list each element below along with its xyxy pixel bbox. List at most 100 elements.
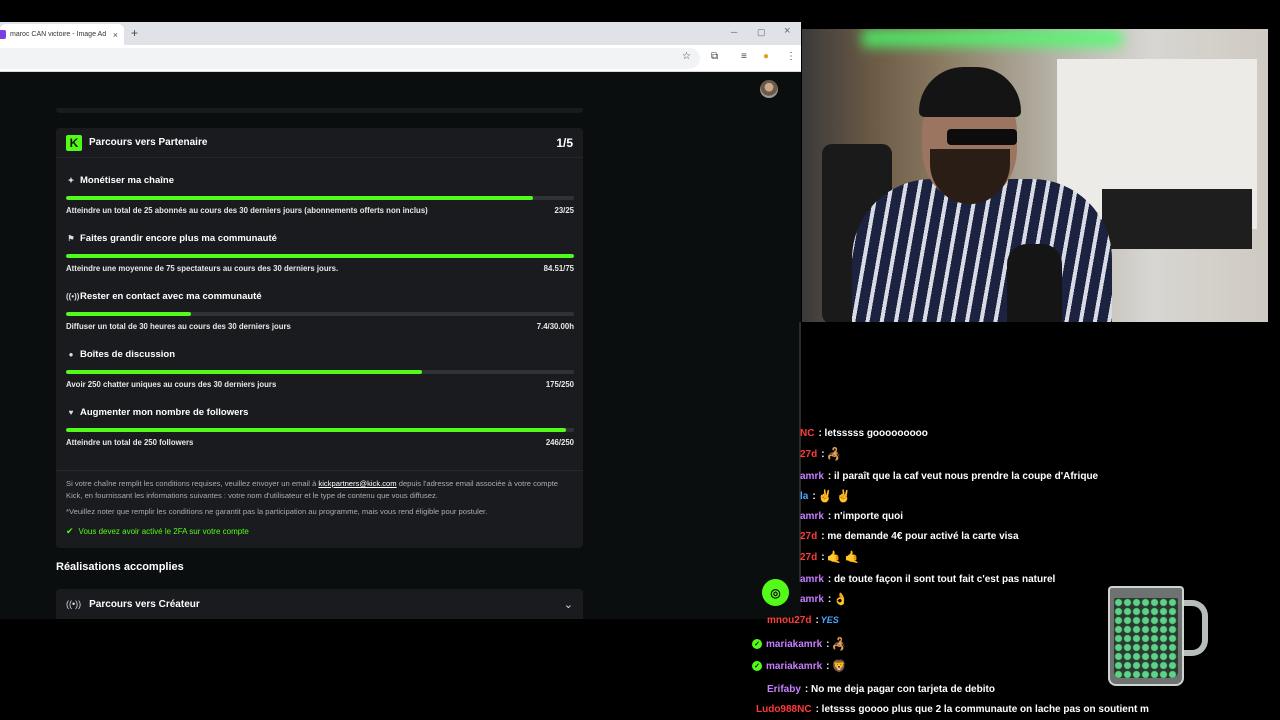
goal-item: ♥ Augmenter mon nombre de followers Attein… [66,406,574,447]
chat-message: amrk: 👌 [800,590,848,608]
progress-fill [66,254,574,258]
chat-text: : me demande 4€ pour activé la carte vis… [821,530,1019,542]
chat-message: la: ✌ ✌ [800,487,851,505]
chat-text: : [826,660,830,672]
check-icon: ✔ [66,526,74,536]
chat-text: : [827,593,832,605]
chat-emote: 🦂 [831,637,847,651]
chat-username[interactable]: amrk [800,574,824,585]
chat-username[interactable]: mariakamrk [766,639,822,650]
chat-message: ✓ mariakamrk: 🦁 [752,657,846,675]
media-icon[interactable]: ≡ [741,51,747,62]
goal-description-row: Atteindre un total de 25 abonnés au cour… [66,206,574,215]
twofa-text: Vous devez avoir activé le 2FA sur votre… [78,527,249,536]
headphones-cap [919,67,1021,117]
close-window-button[interactable]: × [784,25,790,37]
broadcast-icon: ((•)) [66,599,82,609]
chat-username[interactable]: 27d [800,449,817,460]
chat-message: amrk: il paraît que la caf veut nous pre… [800,467,1098,485]
chat-username[interactable]: amrk [800,511,824,522]
maximize-button[interactable]: ▢ [757,27,766,38]
chat-message: amrk: n'importe quoi [800,507,903,525]
progress-fill [66,312,192,316]
browser-tab[interactable]: maroc CAN victoire - Image Ad × [0,24,124,45]
creator-path-accordion[interactable]: ((•)) Parcours vers Créateur ⌄ [56,589,583,619]
kick-dashboard-page: K Parcours vers Partenaire 1/5 ✦ Monétise… [0,72,801,619]
community-icon: ⚑ [67,233,75,243]
chat-message: 27d: 🦂 [800,445,842,463]
chat-text: : letssss goooo plus que 2 la communaute… [815,703,1149,715]
chat-username[interactable]: la [800,491,808,502]
briefcase [1102,189,1252,249]
twofa-requirement: ✔ Vous devez avoir activé le 2FA sur vot… [66,526,249,537]
chat-bubble-icon: ● [68,349,74,359]
menu-icon[interactable]: ⋮ [786,51,796,62]
goal-progress-text: 84.51/75 [543,264,574,273]
chat-username[interactable]: 27d [800,531,817,542]
extensions-icon[interactable]: ⧉ [711,51,718,62]
tab-title: maroc CAN victoire - Image Ad [10,31,107,38]
goal-heading: ⚑ Faites grandir encore plus ma communaut… [66,232,574,244]
new-tab-button[interactable]: + [131,26,138,40]
chat-username[interactable]: Erifaby [767,684,801,695]
goal-heading: ♥ Augmenter mon nombre de followers [66,406,574,418]
email-link[interactable]: kickpartners@kick.com [318,479,396,488]
disclaimer: *Veuillez noter que remplir les conditio… [66,507,488,516]
verified-badge-icon: ✓ [752,639,762,649]
card-header: K Parcours vers Partenaire 1/5 [56,128,583,158]
goal-description-row: Atteindre une moyenne de 75 spectateurs … [66,264,574,273]
goal-title: Augmenter mon nombre de followers [80,406,249,418]
progress-bar [66,196,574,200]
partner-path-card: K Parcours vers Partenaire 1/5 ✦ Monétise… [56,128,583,548]
chat-message: ✓ mariakamrk: 🦂 [752,635,846,653]
goal-title: Monétiser ma chaîne [80,174,174,186]
tab-favicon-icon [0,30,6,39]
goal-item: ⚑ Faites grandir encore plus ma communaut… [66,232,574,273]
chat-text: : No me deja pagar con tarjeta de debito [804,683,995,695]
minimize-button[interactable]: ─ [731,27,737,37]
divider [56,470,583,471]
chat-message: Ludo988NC: letssss goooo plus que 2 la c… [756,700,1149,718]
note-text: Si votre chaîne remplit les conditions r… [66,479,319,488]
tab-close-icon[interactable]: × [113,30,118,40]
goal-description-row: Diffuser un total de 30 heures au cours … [66,322,574,331]
avatar[interactable] [760,80,778,98]
chat-text: : letsssss gooooooooo [818,427,928,439]
goal-progress-text: 246/250 [545,438,574,447]
chat-username[interactable]: amrk [800,594,824,605]
chat-message: 27d: 🤙 🤙 [800,548,860,566]
progress-bar [66,312,574,316]
chat-message: NC : letsssss gooooooooo [800,424,928,442]
goal-item: ✦ Monétiser ma chaîne Atteindre un total d… [66,174,574,215]
sunglasses [947,129,1017,145]
tab-bar: maroc CAN victoire - Image Ad × + ─ ▢ × [0,22,801,45]
chat-emote: 🦁 [831,659,847,673]
chat-text: : n'importe quoi [827,510,904,522]
goal-progress-text: 175/250 [545,380,574,389]
goal-progress-text: 7.4/30.00h [536,322,574,331]
chat-message: 27d : me demande 4€ pour activé la carte … [800,527,1019,545]
chat-overlay: NC: letsssss gooooooooo 27d: 🦂 amrk: il par… [740,424,1160,720]
chat-username[interactable]: mariakamrk [766,661,822,672]
chat-message: Erifaby: No me deja pagar con tarjeta de… [767,680,995,698]
goal-description: Atteindre un total de 250 followers [66,438,194,447]
progress-bar [66,428,574,432]
chat-username[interactable]: Ludo988NC [756,704,812,715]
sparkle-icon: ✦ [67,175,75,185]
chat-username[interactable]: 27d [800,552,817,563]
chat-text: : [815,614,819,626]
bookmark-star-icon[interactable]: ☆ [682,51,691,62]
chat-emote: 👌 [833,592,849,606]
kick-logo-icon: K [66,134,82,151]
chat-emote: YES [820,615,839,625]
chat-username[interactable]: NC [800,428,814,439]
address-bar[interactable] [0,48,700,69]
goal-heading: ((•)) Rester en contact avec ma communaut… [66,290,574,302]
broadcast-icon: ((•)) [66,291,80,301]
chat-message: mnou27d: YES [767,611,839,629]
chat-emote: 🤙 🤙 [826,550,860,564]
profile-icon[interactable]: ● [763,51,769,62]
chat-username[interactable]: mnou27d [767,615,811,626]
chevron-down-icon[interactable]: ⌄ [564,598,573,611]
chat-username[interactable]: amrk [800,471,824,482]
